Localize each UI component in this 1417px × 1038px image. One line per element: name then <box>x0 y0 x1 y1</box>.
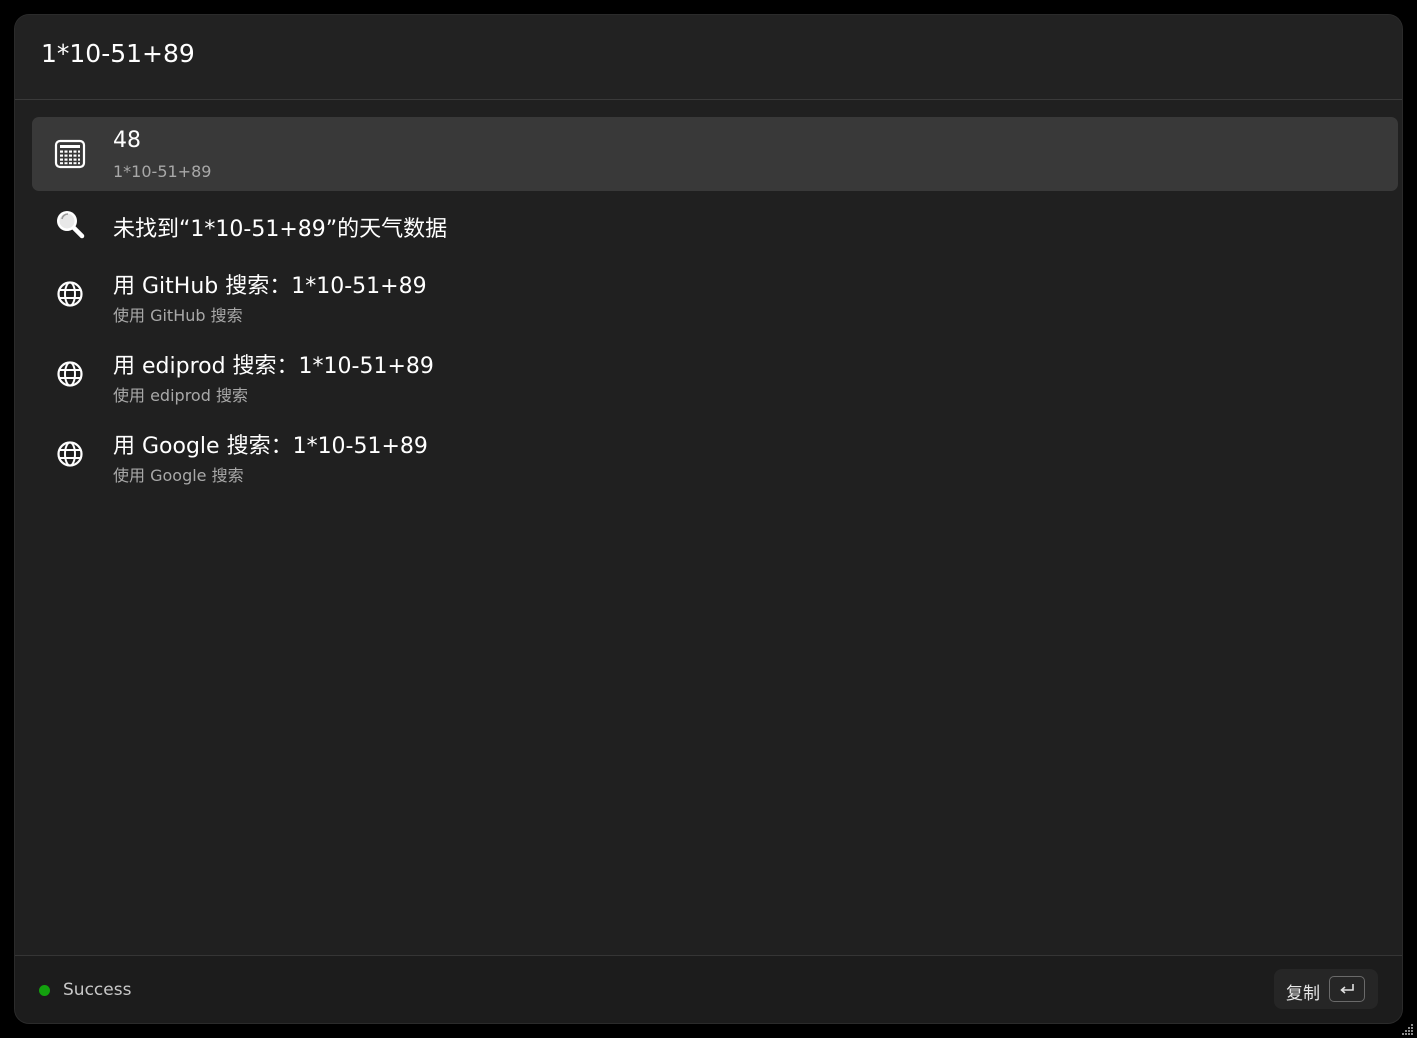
status-text: Success <box>63 980 132 1000</box>
result-ediprod-search[interactable]: 用 ediprod 搜索：1*10-51+89 使用 ediprod 搜索 <box>32 337 1398 411</box>
copy-button[interactable]: 复制 <box>1274 969 1378 1009</box>
result-title: 用 GitHub 搜索：1*10-51+89 <box>113 274 427 299</box>
resize-grip-icon[interactable] <box>1400 1022 1414 1036</box>
result-github-search[interactable]: 用 GitHub 搜索：1*10-51+89 使用 GitHub 搜索 <box>32 257 1398 331</box>
result-subtitle: 1*10-51+89 <box>113 162 212 181</box>
launcher-window: 1*10-51+89 48 1*10-51+89 未找到“1*10-51+89”… <box>15 15 1402 1023</box>
status-indicator <box>39 985 50 996</box>
copy-button-label: 复制 <box>1286 984 1320 1004</box>
result-title: 用 Google 搜索：1*10-51+89 <box>113 434 428 459</box>
globe-icon <box>54 358 86 390</box>
calculator-icon <box>54 138 86 170</box>
result-title: 48 <box>113 128 141 153</box>
search-input[interactable]: 1*10-51+89 <box>41 39 195 68</box>
result-title: 用 ediprod 搜索：1*10-51+89 <box>113 354 434 379</box>
magnifier-icon <box>54 208 86 240</box>
globe-icon <box>54 278 86 310</box>
result-google-search[interactable]: 用 Google 搜索：1*10-51+89 使用 Google 搜索 <box>32 417 1398 491</box>
globe-icon <box>54 438 86 470</box>
search-bar[interactable]: 1*10-51+89 <box>15 15 1402 100</box>
result-title: 未找到“1*10-51+89”的天气数据 <box>113 217 448 242</box>
result-subtitle: 使用 Google 搜索 <box>113 466 244 485</box>
result-calculator[interactable]: 48 1*10-51+89 <box>32 117 1398 191</box>
results-list: 48 1*10-51+89 未找到“1*10-51+89”的天气数据 用 Git… <box>32 117 1398 497</box>
result-subtitle: 使用 ediprod 搜索 <box>113 386 248 405</box>
result-subtitle: 使用 GitHub 搜索 <box>113 306 243 325</box>
status-footer: Success 复制 <box>15 955 1402 1023</box>
enter-key-icon <box>1329 976 1365 1002</box>
result-weather[interactable]: 未找到“1*10-51+89”的天气数据 <box>32 197 1398 251</box>
